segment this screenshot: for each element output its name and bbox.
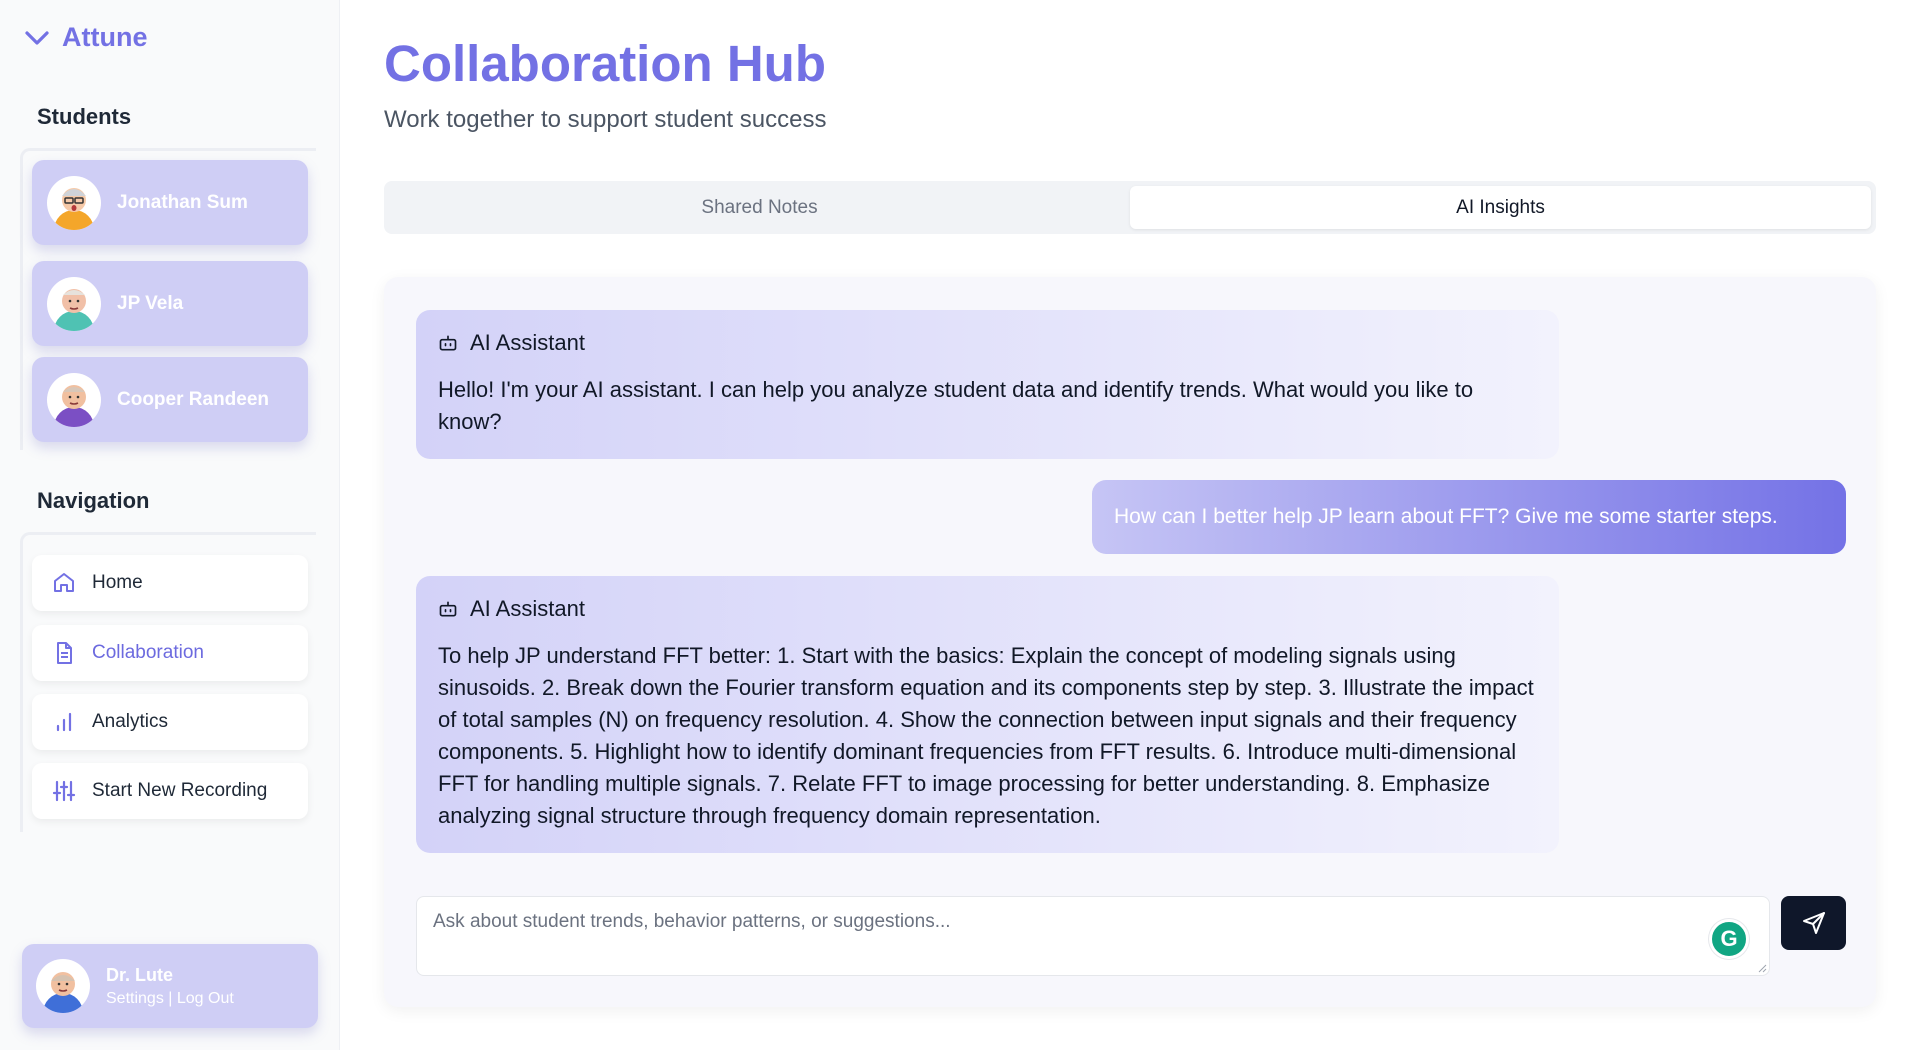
- message-sender: AI Assistant: [470, 330, 585, 355]
- message-text: Hello! I'm your AI assistant. I can help…: [438, 377, 1474, 434]
- student-name: Jonathan Sum: [117, 191, 248, 213]
- bot-icon: [439, 335, 457, 351]
- brand-toggle[interactable]: Attune: [22, 22, 147, 53]
- students-heading: Students: [37, 104, 132, 129]
- navigation-heading: Navigation: [37, 488, 150, 513]
- nav-item-start-new-recording[interactable]: Start New Recording: [32, 763, 308, 819]
- tab-bar: Shared Notes AI Insights: [384, 181, 1876, 234]
- student-card-jp-vela[interactable]: JP Vela: [32, 261, 308, 346]
- nav-item-label: Analytics: [92, 711, 169, 732]
- home-icon: [54, 573, 74, 592]
- message-text: To help JP understand FFT better: 1. Sta…: [438, 643, 1534, 828]
- send-icon: [1802, 912, 1825, 934]
- user-name: Dr. Lute: [106, 964, 174, 985]
- tab-shared-notes[interactable]: Shared Notes: [389, 186, 1130, 229]
- link-separator: |: [168, 989, 173, 1007]
- nav-item-collaboration[interactable]: Collaboration: [32, 625, 308, 681]
- student-card-cooper-randeen[interactable]: Cooper Randeen: [32, 357, 308, 442]
- app-name: Attune: [62, 22, 148, 52]
- page-title: Collaboration Hub: [384, 35, 826, 92]
- nav-item-home[interactable]: Home: [32, 555, 308, 611]
- message-sender: AI Assistant: [470, 596, 585, 621]
- send-button[interactable]: [1781, 896, 1846, 950]
- tab-ai-insights[interactable]: AI Insights: [1130, 186, 1871, 229]
- page-subtitle: Work together to support student success: [384, 106, 827, 133]
- user-message: How can I better help JP learn about FFT…: [1092, 480, 1846, 554]
- student-name: JP Vela: [117, 292, 184, 314]
- student-name: Cooper Randeen: [117, 388, 270, 410]
- avatar: [47, 276, 101, 331]
- chat-input-placeholder: Ask about student trends, behavior patte…: [433, 911, 951, 932]
- avatar: [47, 372, 101, 427]
- grammarly-icon[interactable]: G: [1709, 919, 1749, 959]
- nav-item-label: Start New Recording: [92, 780, 268, 801]
- sidebar: Attune Students Jonathan Sum JP Vela Coo…: [0, 0, 340, 1050]
- assistant-message: AI Assistant To help JP understand FFT b…: [416, 576, 1559, 853]
- logout-link[interactable]: Log Out: [177, 990, 234, 1007]
- avatar: [47, 175, 101, 230]
- settings-link[interactable]: Settings: [106, 990, 164, 1007]
- chevron-down-icon: [25, 30, 49, 45]
- user-profile-card: Dr. Lute Settings | Log Out: [22, 944, 318, 1028]
- resize-grip-icon[interactable]: [1757, 963, 1767, 973]
- chat-input[interactable]: Ask about student trends, behavior patte…: [416, 896, 1770, 976]
- bar-chart-icon: [56, 712, 72, 732]
- assistant-message: AI Assistant Hello! I'm your AI assistan…: [416, 310, 1559, 459]
- bot-icon: [439, 601, 457, 617]
- nav-item-label: Collaboration: [92, 642, 204, 663]
- nav-item-analytics[interactable]: Analytics: [32, 694, 308, 750]
- chat-panel: AI Assistant Hello! I'm your AI assistan…: [384, 277, 1876, 1007]
- document-icon: [57, 642, 72, 664]
- avatar: [36, 959, 90, 1013]
- sliders-icon: [52, 780, 76, 802]
- nav-item-label: Home: [92, 572, 143, 593]
- student-card-jonathan-sum[interactable]: Jonathan Sum: [32, 160, 308, 245]
